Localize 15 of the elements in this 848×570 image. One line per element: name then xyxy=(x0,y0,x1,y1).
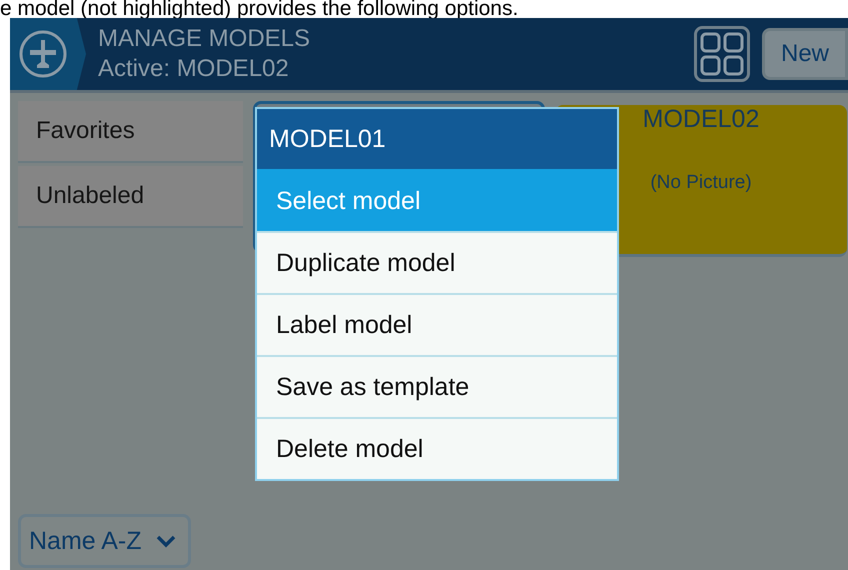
new-button[interactable]: New xyxy=(762,28,848,80)
menu-item[interactable]: Select model xyxy=(257,169,617,231)
airplane-icon xyxy=(18,29,68,79)
label-item[interactable]: Unlabeled xyxy=(18,166,243,228)
screen-title: MANAGE MODELS xyxy=(98,25,312,53)
menu-title: MODEL01 xyxy=(257,109,617,169)
caption-text: e model (not highlighted) provides the following options. xyxy=(0,0,520,18)
home-tab[interactable] xyxy=(10,18,86,90)
no-picture-text: (No Picture) xyxy=(650,172,752,194)
sort-dropdown[interactable]: Name A-Z xyxy=(18,514,191,568)
grid-icon[interactable] xyxy=(694,26,750,82)
model-name: MODEL02 xyxy=(642,105,760,134)
chevron-down-icon xyxy=(156,534,176,548)
label-item[interactable]: Favorites xyxy=(18,101,243,163)
active-model-text: Active: MODEL02 xyxy=(98,55,290,83)
